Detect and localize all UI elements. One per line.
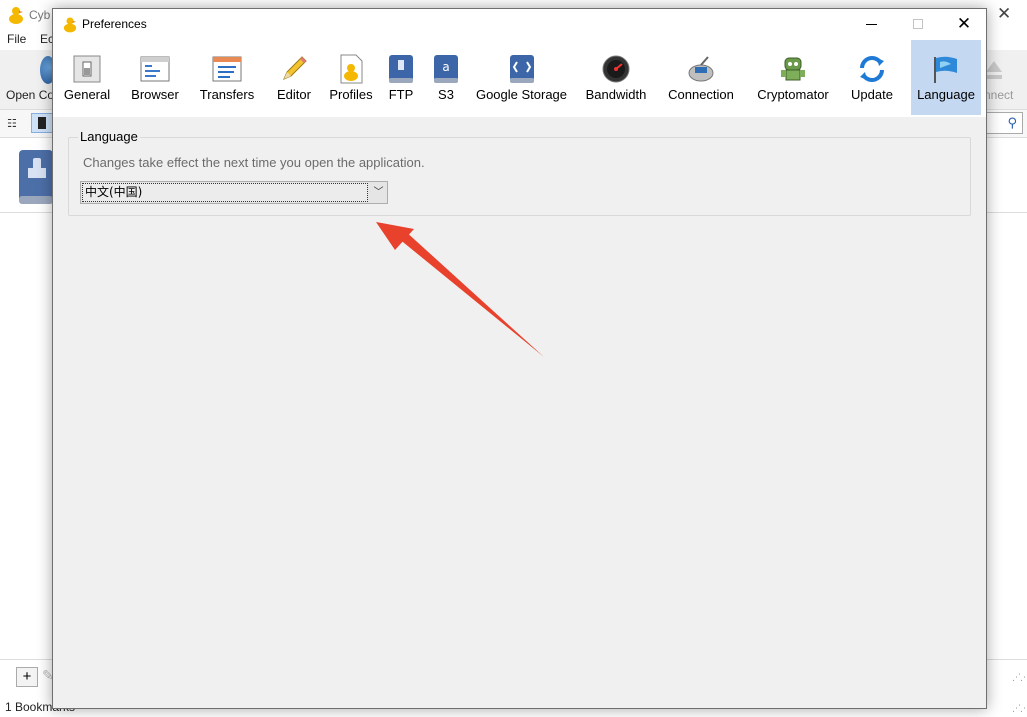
maximize-icon xyxy=(913,19,923,29)
disconnect-icon[interactable] xyxy=(984,58,1004,82)
preferences-dialog: Preferences ✕ General Browser Transfers … xyxy=(52,8,987,709)
preferences-toolbar: General Browser Transfers Editor Profile… xyxy=(53,39,986,117)
tab-editor[interactable]: Editor xyxy=(269,40,319,115)
outline-view-icon[interactable]: ☷ xyxy=(7,117,17,130)
tab-browser[interactable]: Browser xyxy=(126,40,184,115)
disconnect-label[interactable]: nnect xyxy=(984,88,1013,102)
close-icon: ✕ xyxy=(956,14,972,33)
tab-connection[interactable]: Connection xyxy=(664,40,738,115)
tab-ftp-label: FTP xyxy=(388,87,414,102)
minimize-button[interactable] xyxy=(849,9,895,39)
tab-general[interactable]: General xyxy=(58,40,116,115)
ftp-icon xyxy=(389,55,413,83)
tab-language-label: Language xyxy=(917,87,975,102)
transfers-icon xyxy=(212,56,242,82)
bookmarks-toggle-icon[interactable] xyxy=(31,113,53,133)
main-window-title: Cyb xyxy=(29,8,51,22)
open-connection-label[interactable]: Open Co xyxy=(6,88,54,102)
language-group-legend: Language xyxy=(78,129,140,144)
dialog-title: Preferences xyxy=(82,17,147,31)
cryptomator-icon xyxy=(781,57,805,81)
tab-browser-label: Browser xyxy=(131,87,179,102)
profiles-icon xyxy=(340,54,363,84)
pencil-icon xyxy=(283,56,307,80)
general-icon xyxy=(73,55,101,83)
main-window-close-button[interactable]: ✕ xyxy=(997,4,1011,24)
tab-profiles[interactable]: Profiles xyxy=(324,40,378,115)
tab-transfers-label: Transfers xyxy=(199,87,255,102)
minimize-icon xyxy=(866,24,877,25)
tab-s3-label: S3 xyxy=(438,87,454,102)
close-button[interactable]: ✕ xyxy=(941,9,987,39)
bookmark-server-icon[interactable] xyxy=(16,148,56,206)
tab-ftp[interactable]: FTP xyxy=(384,40,418,115)
svg-text:a: a xyxy=(442,60,449,74)
tab-update-label: Update xyxy=(851,87,893,102)
tab-connection-label: Connection xyxy=(668,87,734,102)
flag-icon xyxy=(934,56,957,83)
tab-editor-label: Editor xyxy=(277,87,311,102)
tab-google-storage[interactable]: Google Storage xyxy=(471,40,572,115)
language-select-value[interactable]: 中文(中国) xyxy=(82,183,368,202)
tab-update[interactable]: Update xyxy=(845,40,899,115)
language-groupbox: Language Changes take effect the next ti… xyxy=(68,129,971,216)
update-icon xyxy=(860,56,884,82)
app-duck-icon xyxy=(9,7,23,24)
menu-file[interactable]: File xyxy=(7,32,26,46)
main-search-field[interactable]: ⚲ xyxy=(985,112,1023,134)
add-bookmark-button[interactable]: + xyxy=(16,667,38,687)
tab-google-storage-label: Google Storage xyxy=(475,87,568,102)
bandwidth-icon xyxy=(602,55,630,83)
maximize-button[interactable] xyxy=(895,9,941,39)
tab-s3[interactable]: a S3 xyxy=(429,40,463,115)
tab-cryptomator-label: Cryptomator xyxy=(757,87,829,102)
chevron-down-icon[interactable]: ﹀ xyxy=(371,184,386,201)
app-duck-icon xyxy=(63,17,77,33)
tab-bandwidth[interactable]: Bandwidth xyxy=(582,40,650,115)
google-storage-icon xyxy=(509,55,534,83)
dialog-titlebar: Preferences ✕ xyxy=(53,9,986,39)
resize-grip-icon[interactable]: ⋰⋰ xyxy=(1012,672,1027,683)
language-select[interactable]: 中文(中国) ﹀ xyxy=(80,181,388,204)
s3-icon: a xyxy=(434,55,458,83)
browser-icon xyxy=(140,56,170,82)
search-icon: ⚲ xyxy=(1007,115,1017,130)
connection-icon xyxy=(688,56,714,82)
status-grip-icon[interactable]: ⋰⋰ xyxy=(1012,703,1027,714)
tab-general-label: General xyxy=(63,87,111,102)
tab-profiles-label: Profiles xyxy=(329,87,373,102)
language-hint-text: Changes take effect the next time you op… xyxy=(83,155,425,170)
tab-language[interactable]: Language xyxy=(911,40,981,115)
tab-bandwidth-label: Bandwidth xyxy=(585,87,647,102)
tab-cryptomator[interactable]: Cryptomator xyxy=(751,40,835,115)
tab-transfers[interactable]: Transfers xyxy=(195,40,259,115)
